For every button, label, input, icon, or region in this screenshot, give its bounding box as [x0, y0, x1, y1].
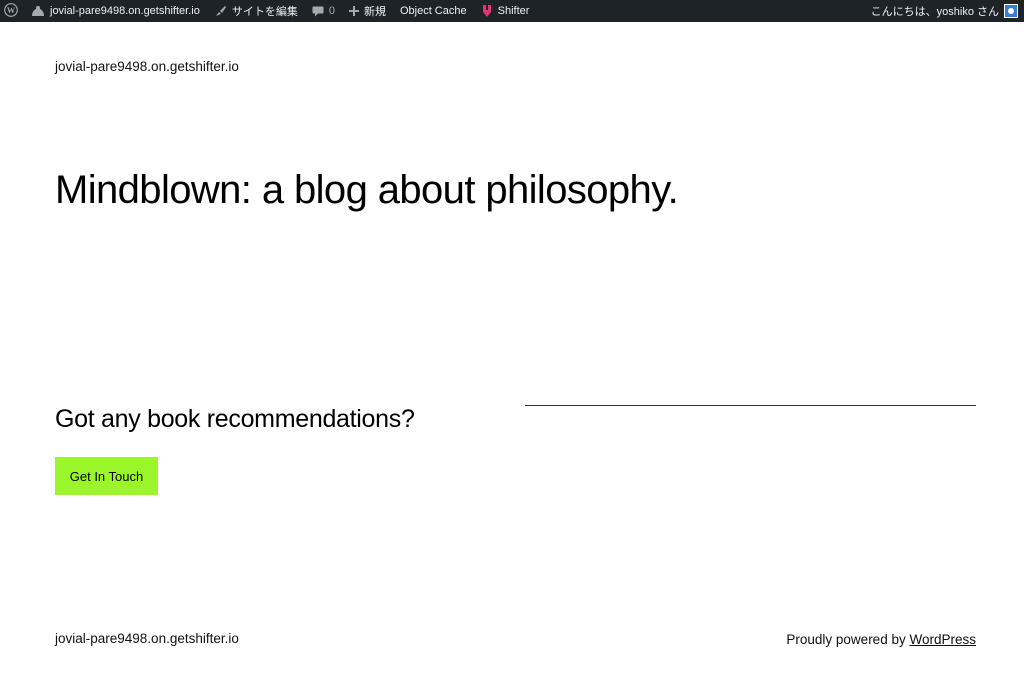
- svg-text:W: W: [7, 6, 16, 15]
- avatar: [1004, 4, 1018, 18]
- wordpress-logo-menu[interactable]: W: [0, 0, 24, 22]
- edit-site-button[interactable]: サイトを編集: [207, 0, 305, 22]
- comments-count: 0: [328, 5, 335, 17]
- plus-icon: [348, 6, 359, 16]
- admin-bar: W jovial-pare9498.on.getshifter.io サイトを編…: [0, 0, 1024, 22]
- object-cache-label: Object Cache: [399, 5, 467, 17]
- site-title-link[interactable]: jovial-pare9498.on.getshifter.io: [55, 59, 239, 74]
- page-title: Mindblown: a blog about philosophy.: [55, 168, 679, 212]
- cta-heading: Got any book recommendations?: [55, 405, 415, 433]
- separator: [525, 405, 976, 406]
- footer-site-title-link[interactable]: jovial-pare9498.on.getshifter.io: [55, 631, 239, 646]
- wordpress-logo-icon: W: [4, 2, 18, 20]
- edit-site-label: サイトを編集: [231, 6, 298, 18]
- my-account-menu[interactable]: こんにちは、yoshiko さん: [864, 0, 1018, 22]
- admin-bar-right: こんにちは、yoshiko さん: [864, 0, 1024, 22]
- admin-bar-site-name[interactable]: jovial-pare9498.on.getshifter.io: [24, 0, 207, 22]
- new-content-label: 新規: [363, 6, 386, 18]
- comments-button[interactable]: 0: [305, 0, 342, 22]
- shifter-label: Shifter: [497, 5, 530, 17]
- greeting-label: こんにちは、yoshiko さん: [870, 6, 999, 18]
- admin-bar-site-name-label: jovial-pare9498.on.getshifter.io: [50, 5, 200, 17]
- brush-icon: [214, 5, 227, 17]
- new-content-button[interactable]: 新規: [342, 0, 393, 22]
- shifter-button[interactable]: Shifter: [474, 0, 537, 22]
- admin-bar-left: W jovial-pare9498.on.getshifter.io サイトを編…: [0, 0, 536, 22]
- footer-credit: Proudly powered by WordPress: [786, 632, 976, 647]
- object-cache-button[interactable]: Object Cache: [393, 0, 474, 22]
- home-dashboard-icon: [31, 5, 45, 17]
- wordpress-link[interactable]: WordPress: [909, 632, 976, 647]
- get-in-touch-button[interactable]: Get In Touch: [55, 457, 158, 495]
- footer-credit-prefix: Proudly powered by: [786, 632, 910, 647]
- comment-bubble-icon: [312, 6, 324, 17]
- shifter-logo-icon: [481, 4, 493, 18]
